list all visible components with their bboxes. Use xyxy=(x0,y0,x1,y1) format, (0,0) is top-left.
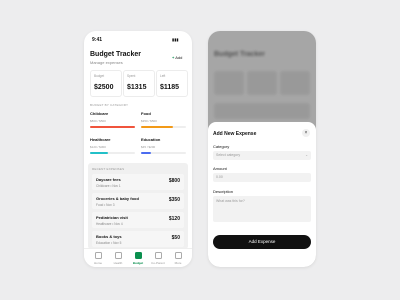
progress-bar xyxy=(141,152,152,154)
category-name: Healthcare xyxy=(90,137,111,142)
category-placeholder: Select category xyxy=(216,153,241,157)
description-label: Description xyxy=(213,189,234,194)
category-value: $120 / $300 xyxy=(90,145,106,149)
nav-label: Budget xyxy=(132,261,144,265)
description-textarea[interactable]: What was this for? xyxy=(213,196,311,222)
expense-row[interactable]: Groceries & baby food Food • Nov 3 $350 xyxy=(92,193,184,209)
expense-amount: $120 xyxy=(168,216,180,222)
nav-label: Home xyxy=(93,261,102,265)
bottom-nav: Home Health Budget Co-Parent More xyxy=(84,248,192,267)
nav-label: Health xyxy=(113,261,123,265)
add-button[interactable]: + Add xyxy=(172,55,182,60)
budget-card: Budget $2500 xyxy=(90,70,122,97)
expense-name: Pediatrician visit xyxy=(96,215,128,220)
category-name: Education xyxy=(141,137,161,142)
category-name: Food xyxy=(141,111,151,116)
health-icon xyxy=(114,252,122,259)
category-name: Childcare xyxy=(90,111,109,116)
left-value: $1185 xyxy=(160,84,180,91)
amount-input[interactable]: 0.00 xyxy=(213,173,311,182)
category-value: $45 / $200 xyxy=(141,145,156,149)
close-icon[interactable]: × xyxy=(302,129,310,137)
category-value: $350 / $500 xyxy=(141,119,157,123)
category-label: Category xyxy=(213,144,230,149)
expense-row[interactable]: Pediatrician visit Healthcare • Nov 4 $1… xyxy=(92,212,184,228)
expense-meta: Food • Nov 3 xyxy=(96,203,115,207)
nav-home[interactable]: Home xyxy=(88,252,108,265)
amount-label: Amount xyxy=(213,166,227,171)
expense-row[interactable]: Books & toys Education • Nov 5 $50 xyxy=(92,231,184,247)
expense-meta: Healthcare • Nov 4 xyxy=(96,222,123,226)
battery-icon: ▮▮▮ xyxy=(172,37,179,42)
spent-card: Spent $1315 xyxy=(123,70,155,97)
status-time: 9:41 xyxy=(92,37,103,43)
expense-amount: $50 xyxy=(171,235,180,241)
amount-placeholder: 0.00 xyxy=(216,175,223,179)
people-icon xyxy=(154,252,162,259)
more-icon xyxy=(174,252,182,259)
spent-label: Spent xyxy=(127,74,136,78)
plus-icon: + xyxy=(172,55,175,60)
expense-meta: Childcare • Nov 1 xyxy=(96,184,121,188)
category-healthcare[interactable]: Healthcare $120 / $300 xyxy=(90,137,135,157)
expense-amount: $350 xyxy=(168,197,180,203)
expense-name: Books & toys xyxy=(96,234,122,239)
nav-budget[interactable]: Budget xyxy=(128,252,148,265)
category-heading: BUDGET BY CATEGORY xyxy=(90,103,129,107)
nav-label: More xyxy=(174,261,182,265)
category-food[interactable]: Food $350 / $500 xyxy=(141,111,186,131)
nav-health[interactable]: Health xyxy=(108,252,128,265)
budget-icon xyxy=(134,252,142,259)
nav-more[interactable]: More xyxy=(168,252,188,265)
progress-bar xyxy=(90,126,135,128)
nav-label: Co-Parent xyxy=(151,261,165,265)
progress-bar xyxy=(141,126,173,128)
expense-row[interactable]: Daycare fees Childcare • Nov 1 $800 xyxy=(92,174,184,190)
expense-amount: $800 xyxy=(168,178,180,184)
sheet-title: Add New Expense xyxy=(213,131,257,137)
chevron-down-icon: ⌄ xyxy=(305,153,308,157)
add-expense-screen: Budget Tracker Add New Expense × Categor… xyxy=(208,31,316,267)
page-subtitle: Manage expenses xyxy=(90,60,123,65)
left-label: Left xyxy=(160,74,166,78)
expense-name: Groceries & baby food xyxy=(96,196,139,201)
left-card: Left $1185 xyxy=(156,70,188,97)
category-education[interactable]: Education $45 / $200 xyxy=(141,137,186,157)
add-expense-sheet: Add New Expense × Category Select catego… xyxy=(208,122,316,267)
spent-value: $1315 xyxy=(127,84,147,91)
expense-name: Daycare fees xyxy=(96,177,121,182)
add-expense-button-label: Add Expense xyxy=(248,239,276,244)
category-select[interactable]: Select category ⌄ xyxy=(213,151,311,160)
description-placeholder: What was this for? xyxy=(216,199,245,203)
add-expense-button[interactable]: Add Expense xyxy=(213,235,311,249)
budget-value: $2500 xyxy=(94,84,114,91)
nav-co-parent[interactable]: Co-Parent xyxy=(148,252,168,265)
category-childcare[interactable]: Childcare $800 / $500 xyxy=(90,111,135,131)
expense-meta: Education • Nov 5 xyxy=(96,241,122,245)
recent-heading: RECENT EXPENSES xyxy=(92,167,125,171)
budget-tracker-screen: 9:41 ▮▮▮ Budget Tracker Manage expenses … xyxy=(84,31,192,267)
home-icon xyxy=(94,252,102,259)
add-button-label: Add xyxy=(175,55,183,60)
category-value: $800 / $500 xyxy=(90,119,106,123)
page-title: Budget Tracker xyxy=(90,51,141,58)
progress-bar xyxy=(90,152,108,154)
budget-label: Budget xyxy=(94,74,105,78)
